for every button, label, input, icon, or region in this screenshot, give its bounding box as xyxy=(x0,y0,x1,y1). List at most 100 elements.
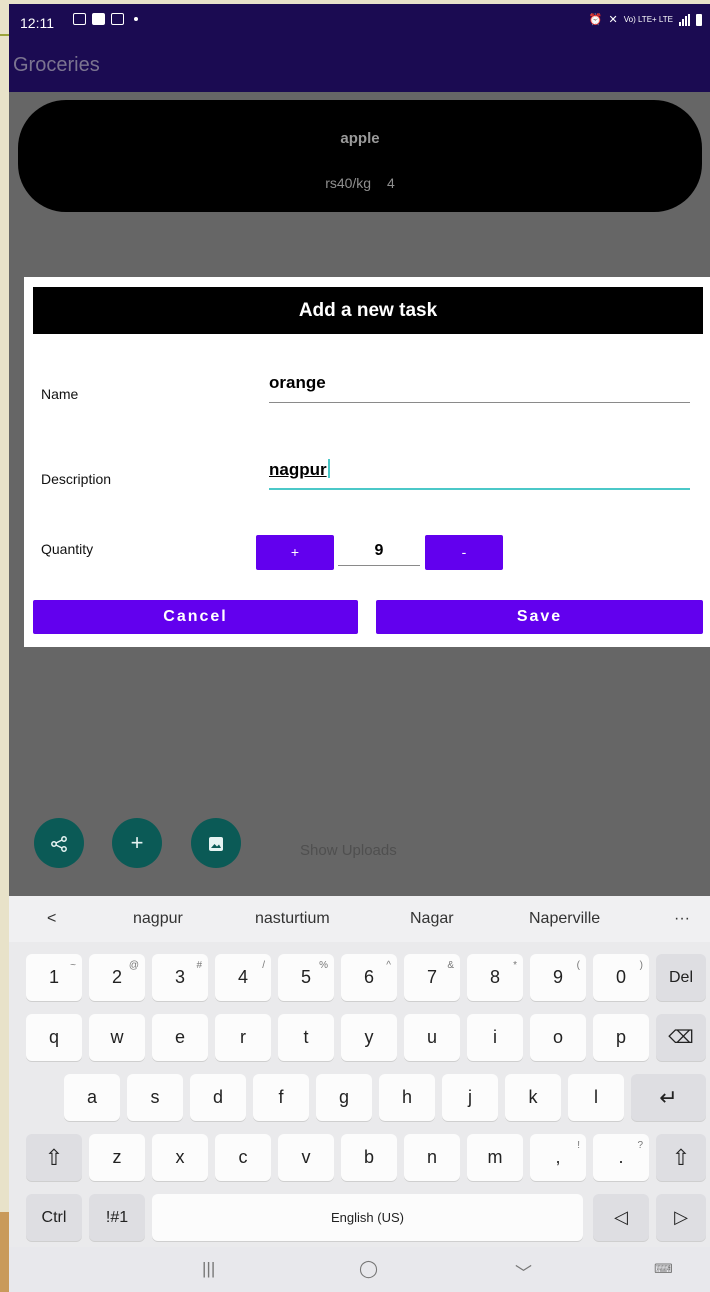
key-h[interactable]: h xyxy=(379,1074,435,1121)
increment-button[interactable]: + xyxy=(256,535,334,570)
shift-key-left[interactable]: ⇧ xyxy=(26,1134,82,1181)
key-period[interactable]: .? xyxy=(593,1134,649,1181)
item-details: rs40/kg 4 xyxy=(18,175,702,191)
alarm-icon: ⏰ xyxy=(588,14,603,26)
key-b[interactable]: b xyxy=(341,1134,397,1181)
key-z[interactable]: z xyxy=(89,1134,145,1181)
space-key[interactable]: English (US) xyxy=(152,1194,583,1241)
key-w[interactable]: w xyxy=(89,1014,145,1061)
name-label: Name xyxy=(41,386,79,402)
key-i[interactable]: i xyxy=(467,1014,523,1061)
key-s[interactable]: s xyxy=(127,1074,183,1121)
key-label: 9 xyxy=(552,967,563,987)
key-x[interactable]: x xyxy=(152,1134,208,1181)
text-cursor xyxy=(327,459,330,478)
recents-button[interactable]: ||| xyxy=(202,1259,215,1279)
key-3[interactable]: 3 # xyxy=(152,954,208,1001)
key-k[interactable]: k xyxy=(505,1074,561,1121)
back-button[interactable]: ﹀ xyxy=(515,1259,532,1284)
key-hint: ^ xyxy=(386,960,391,971)
key-t[interactable]: t xyxy=(278,1014,334,1061)
key-hint: @ xyxy=(128,960,139,971)
quantity-value[interactable]: 9 xyxy=(338,535,420,566)
key-y[interactable]: y xyxy=(341,1014,397,1061)
cursor-left-key[interactable]: ◁ xyxy=(593,1194,649,1241)
key-u[interactable]: u xyxy=(404,1014,460,1061)
delete-key[interactable]: Del xyxy=(656,954,706,1001)
keyboard-suggestion-bar: < nagpur nasturtium Nagar Naperville ··· xyxy=(9,896,710,942)
key-hint: / xyxy=(262,960,265,971)
ctrl-key[interactable]: Ctrl xyxy=(26,1194,82,1241)
dialog-title: Add a new task xyxy=(33,287,703,334)
status-bar: 12:11 ⏰ ✕ Vo) LTE+ LTE xyxy=(9,4,710,40)
share-button[interactable] xyxy=(34,818,84,868)
item-name: apple xyxy=(340,130,380,147)
name-field[interactable]: orange xyxy=(269,371,690,403)
home-icon: ◯ xyxy=(359,1259,379,1278)
decrement-button[interactable]: - xyxy=(425,535,503,570)
symbols-key[interactable]: !#1 xyxy=(89,1194,145,1241)
recents-icon: ||| xyxy=(202,1259,216,1278)
shift-key-right[interactable]: ⇧ xyxy=(656,1134,706,1181)
cancel-button[interactable]: Cancel xyxy=(33,600,358,634)
key-d[interactable]: d xyxy=(190,1074,246,1121)
description-label: Description xyxy=(41,471,112,487)
add-task-dialog: Add a new task Name orange Description n… xyxy=(24,277,710,647)
shift-icon: ⇧ xyxy=(671,1145,691,1170)
quantity-label: Quantity xyxy=(41,541,94,557)
upload-image-button[interactable] xyxy=(191,818,241,868)
add-item-button[interactable]: + xyxy=(112,818,162,868)
backspace-key[interactable]: ⌫ xyxy=(656,1014,706,1061)
suggestion-item[interactable]: Nagar xyxy=(410,910,454,928)
key-9[interactable]: 9( xyxy=(530,954,586,1001)
key-hint: ~ xyxy=(70,960,76,971)
suggestion-back-button[interactable]: < xyxy=(47,910,56,928)
share-icon xyxy=(51,836,67,853)
key-c[interactable]: c xyxy=(215,1134,271,1181)
key-label: 1 xyxy=(48,967,59,987)
more-notifications-icon xyxy=(134,17,138,21)
cast-notification-icon xyxy=(111,13,124,25)
cursor-right-key[interactable]: ▷ xyxy=(656,1194,706,1241)
key-o[interactable]: o xyxy=(530,1014,586,1061)
key-a[interactable]: a xyxy=(64,1074,120,1121)
key-8[interactable]: 8 * xyxy=(467,954,523,1001)
key-m[interactable]: m xyxy=(467,1134,523,1181)
key-label: 5 xyxy=(300,967,311,987)
description-field[interactable]: nagpur xyxy=(269,457,690,490)
key-f[interactable]: f xyxy=(253,1074,309,1121)
key-e[interactable]: e xyxy=(152,1014,208,1061)
suggestion-item[interactable]: Naperville xyxy=(529,910,600,928)
home-button[interactable]: ◯ xyxy=(359,1259,378,1279)
key-j[interactable]: j xyxy=(442,1074,498,1121)
key-comma[interactable]: ,! xyxy=(530,1134,586,1181)
grocery-list-item[interactable]: apple rs40/kg 4 xyxy=(18,100,702,212)
key-hint: ) xyxy=(639,960,643,971)
key-label: 2 xyxy=(111,967,122,987)
key-r[interactable]: r xyxy=(215,1014,271,1061)
key-l[interactable]: l xyxy=(568,1074,624,1121)
key-7[interactable]: 7 & xyxy=(404,954,460,1001)
key-q[interactable]: q xyxy=(26,1014,82,1061)
key-2[interactable]: 2 @ xyxy=(89,954,145,1001)
key-label: 7 xyxy=(426,967,437,987)
suggestion-item[interactable]: nagpur xyxy=(133,910,183,928)
phone-screen: 12:11 ⏰ ✕ Vo) LTE+ LTE Groceries apple r… xyxy=(9,4,710,1292)
key-n[interactable]: n xyxy=(404,1134,460,1181)
key-6[interactable]: 6 ^ xyxy=(341,954,397,1001)
key-0[interactable]: 0) xyxy=(593,954,649,1001)
suggestion-item[interactable]: nasturtium xyxy=(255,910,330,928)
key-4[interactable]: 4/ xyxy=(215,954,271,1001)
on-screen-keyboard: 1 ~ 2 @ 3 # 4/ 5% 6 ^ 7 & 8 * 9( 0) Del q w e … xyxy=(9,942,710,1247)
key-hint: & xyxy=(447,960,454,971)
save-button[interactable]: Save xyxy=(376,600,703,634)
key-1[interactable]: 1 ~ xyxy=(26,954,82,1001)
key-5[interactable]: 5% xyxy=(278,954,334,1001)
key-p[interactable]: p xyxy=(593,1014,649,1061)
key-v[interactable]: v xyxy=(278,1134,334,1181)
keyboard-switch-button[interactable]: ⌨ xyxy=(654,1261,673,1277)
enter-key[interactable]: ↵ xyxy=(631,1074,706,1121)
more-suggestions-button[interactable]: ··· xyxy=(674,910,690,928)
show-uploads-link[interactable]: Show Uploads xyxy=(300,842,397,859)
key-g[interactable]: g xyxy=(316,1074,372,1121)
